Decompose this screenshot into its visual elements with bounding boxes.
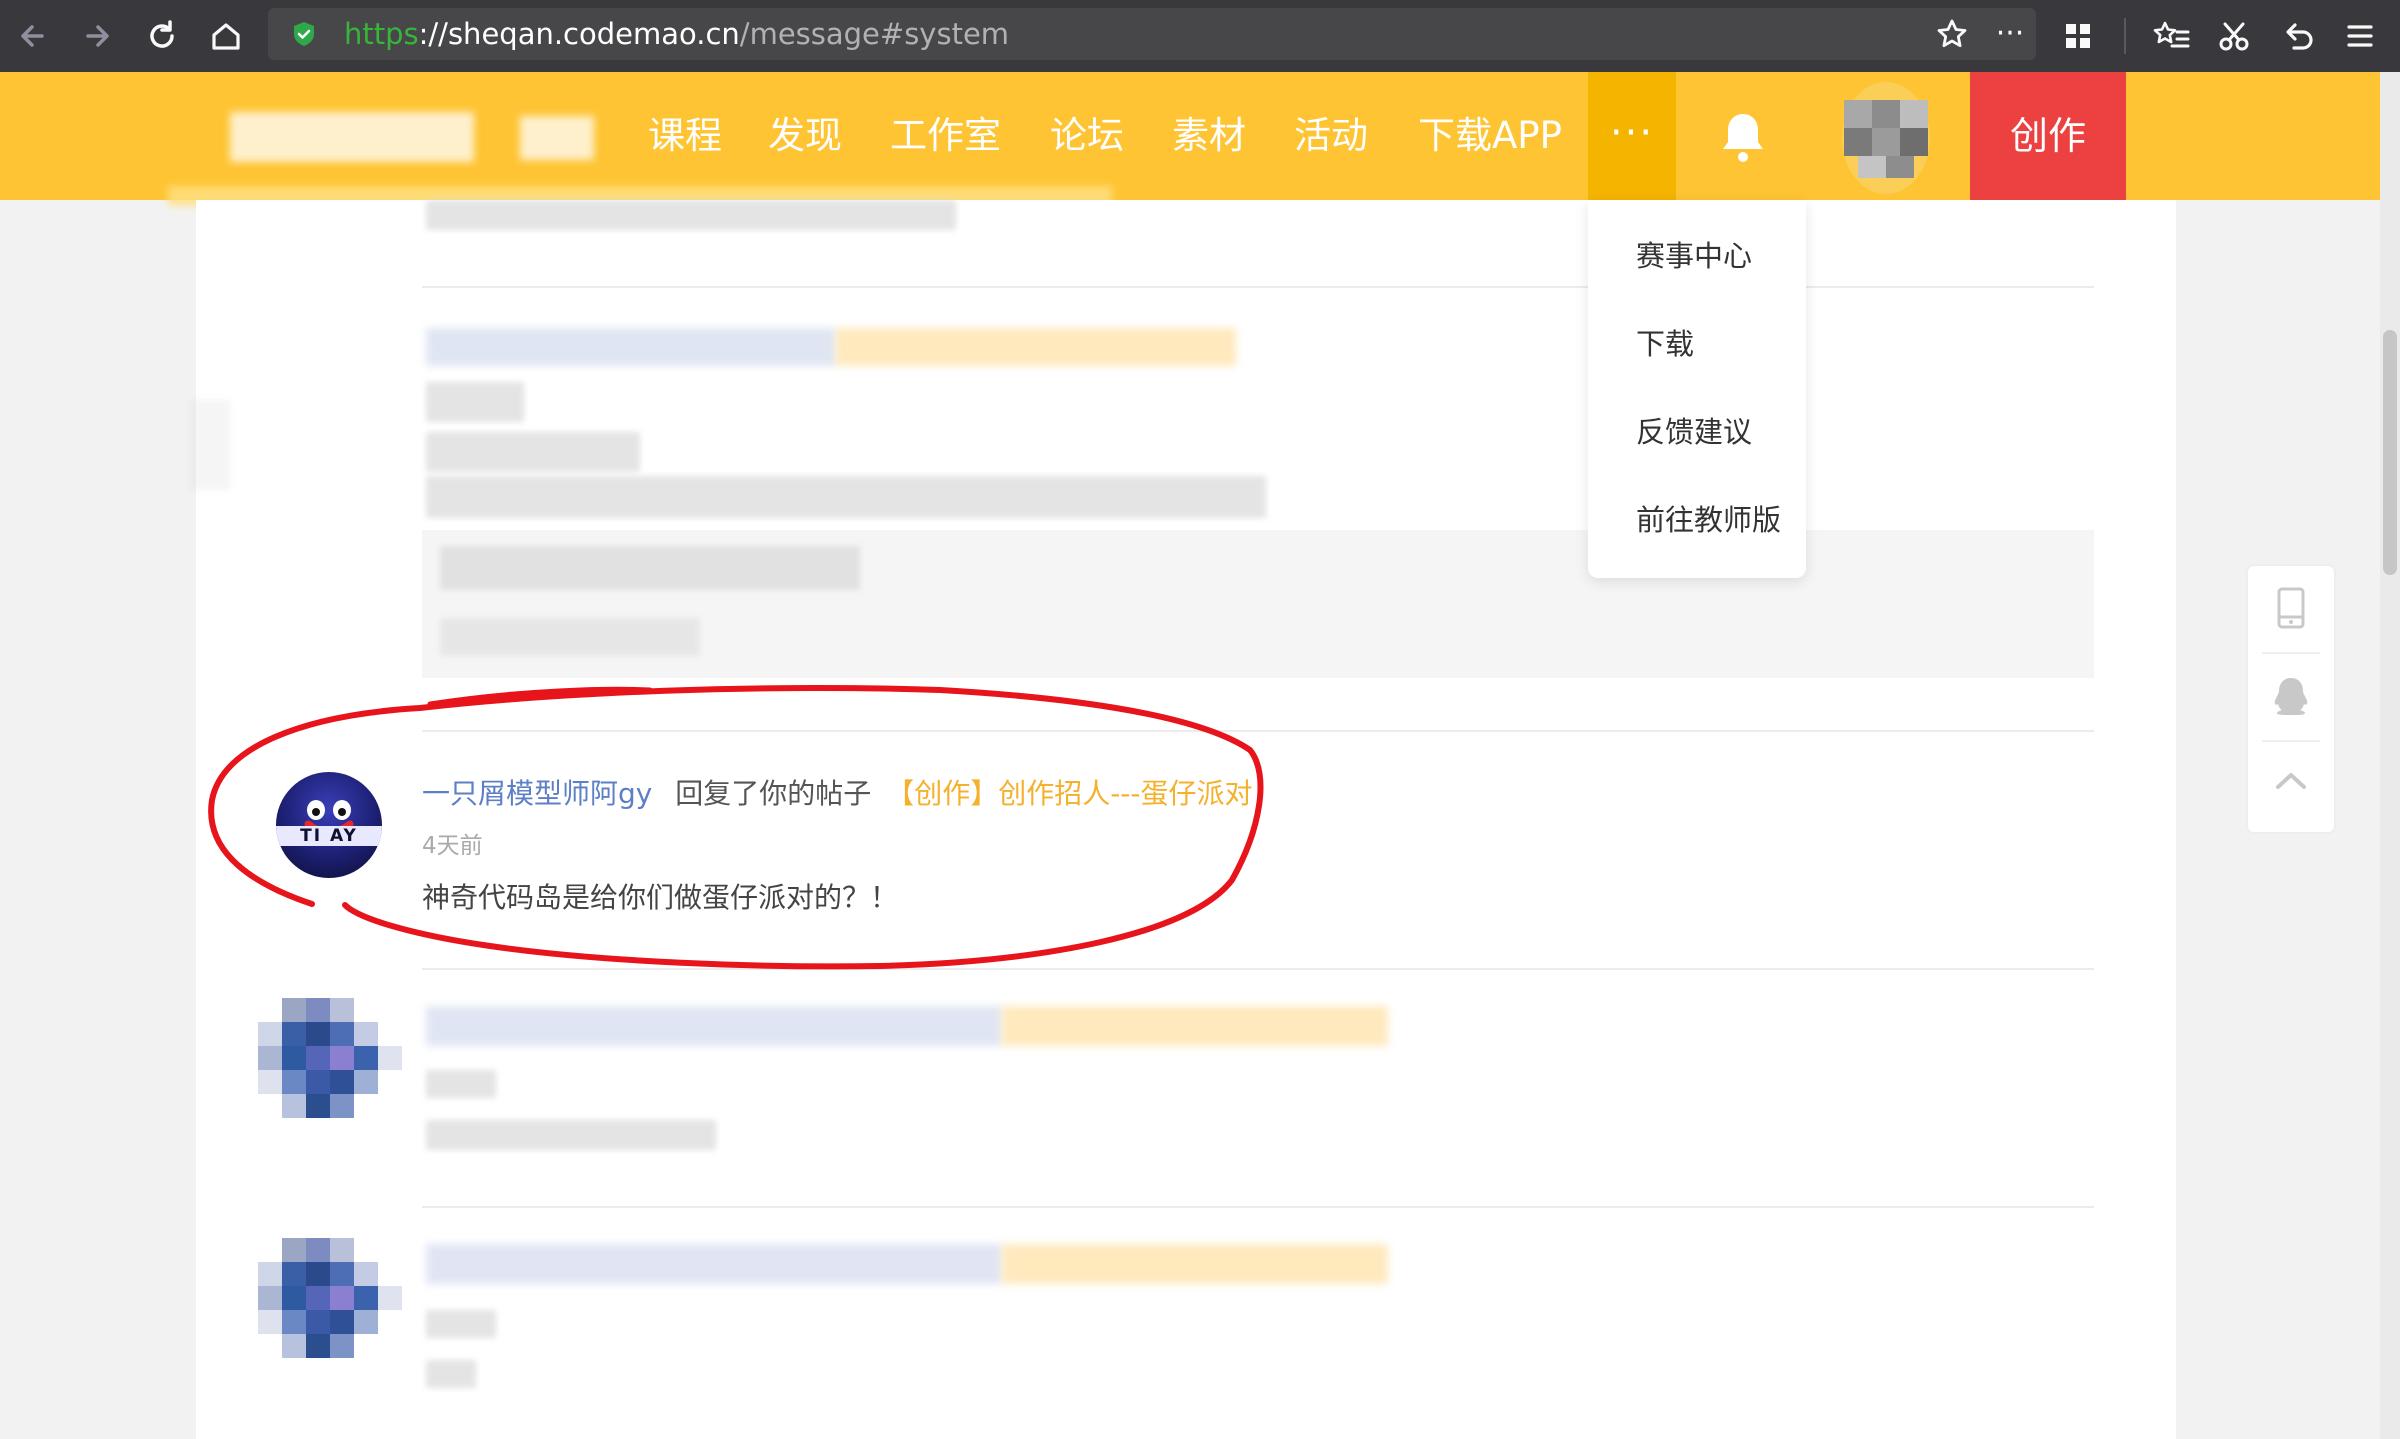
redacted-avatar[interactable] bbox=[258, 1238, 402, 1358]
create-button[interactable]: 创作 bbox=[1970, 72, 2126, 200]
star-list-icon bbox=[2153, 21, 2190, 48]
undo-arrow-icon bbox=[2286, 23, 2313, 50]
redacted-text bbox=[426, 1120, 716, 1150]
grid-icon bbox=[2066, 24, 2090, 48]
redacted-avatar[interactable] bbox=[258, 998, 402, 1118]
nav-activities[interactable]: 活动 bbox=[1294, 112, 1368, 160]
dropdown-item-events[interactable]: 赛事中心 bbox=[1636, 236, 1752, 276]
back-icon[interactable] bbox=[12, 14, 56, 58]
more-menu-button[interactable]: ··· bbox=[1588, 72, 1676, 200]
back-arrow-icon bbox=[21, 25, 44, 47]
undo-icon[interactable] bbox=[2276, 14, 2320, 58]
screenshot-icon[interactable] bbox=[2212, 14, 2256, 58]
redacted-text bbox=[426, 382, 524, 422]
message-content: 神奇代码岛是给你们做蛋仔派对的？！ bbox=[422, 881, 899, 914]
qq-penguin-icon bbox=[2274, 678, 2308, 715]
redacted-link bbox=[1002, 1244, 1388, 1284]
phone-icon bbox=[2277, 587, 2305, 629]
url-text: https://sheqan.codemao.cn/message#system bbox=[344, 16, 1009, 52]
message-post-link[interactable]: 【创作】创作招人---蛋仔派对 bbox=[886, 777, 1252, 810]
redacted-link bbox=[1002, 1006, 1388, 1046]
redacted-side-mark bbox=[190, 400, 230, 490]
nav-download-app[interactable]: 下载APP bbox=[1418, 112, 1562, 160]
extensions-icon[interactable] bbox=[2056, 14, 2100, 58]
hamburger-menu-icon[interactable] bbox=[2338, 14, 2382, 58]
redacted-time bbox=[426, 1070, 496, 1098]
nav-forum[interactable]: 论坛 bbox=[1050, 112, 1124, 160]
url-host: ://sheqan.codemao.cn bbox=[418, 17, 740, 51]
message-header-line: 一只屑模型师阿gy 回复了你的帖子 【创作】创作招人---蛋仔派对 bbox=[422, 774, 1253, 814]
avatar-caption: TI AY bbox=[276, 826, 382, 846]
reload-icon[interactable] bbox=[140, 14, 184, 58]
redacted-text bbox=[426, 1006, 1002, 1046]
notification-bell-icon[interactable] bbox=[1716, 108, 1770, 166]
redacted-text bbox=[426, 1244, 1002, 1284]
dropdown-item-download[interactable]: 下载 bbox=[1636, 324, 1694, 364]
site-header: 课程 发现 工作室 论坛 素材 活动 下载APP ··· 创作 bbox=[0, 72, 2380, 200]
message-user-link[interactable]: 一只屑模型师阿gy bbox=[422, 777, 652, 810]
browser-toolbar: https://sheqan.codemao.cn/message#system… bbox=[0, 0, 2400, 72]
redacted-text bbox=[426, 1360, 476, 1388]
scissors-icon bbox=[2219, 22, 2249, 51]
reload-arrow-icon bbox=[150, 20, 174, 48]
nav-materials[interactable]: 素材 bbox=[1172, 112, 1246, 160]
list-divider bbox=[422, 286, 2094, 288]
redacted-text bbox=[426, 200, 956, 230]
list-divider bbox=[422, 968, 2094, 970]
floating-side-toolbar bbox=[2246, 564, 2336, 834]
page-actions-icon[interactable]: ··· bbox=[1988, 12, 2032, 56]
page-scrollbar-thumb[interactable] bbox=[2383, 330, 2397, 575]
qq-contact-button[interactable] bbox=[2248, 654, 2334, 740]
url-bar[interactable]: https://sheqan.codemao.cn/message#system… bbox=[268, 8, 2036, 60]
dropdown-item-feedback[interactable]: 反馈建议 bbox=[1636, 412, 1752, 452]
nav-discover[interactable]: 发现 bbox=[768, 112, 842, 160]
house-icon bbox=[212, 23, 240, 50]
back-to-top-button[interactable] bbox=[2248, 742, 2334, 828]
url-path: /message#system bbox=[739, 17, 1010, 51]
message-timestamp: 4天前 bbox=[422, 833, 483, 859]
redacted-text bbox=[440, 546, 860, 590]
forward-arrow-icon bbox=[86, 25, 109, 47]
dropdown-item-teacher[interactable]: 前往教师版 bbox=[1636, 500, 1781, 540]
redacted-text bbox=[426, 432, 640, 472]
redacted-time bbox=[426, 1310, 496, 1338]
shield-icon bbox=[294, 22, 314, 46]
url-scheme: https bbox=[344, 17, 419, 51]
site-logo-redacted[interactable] bbox=[230, 112, 474, 162]
nav-studio[interactable]: 工作室 bbox=[890, 112, 1001, 160]
monster-face-icon bbox=[304, 800, 354, 836]
message-user-avatar[interactable]: TI AY bbox=[276, 772, 382, 878]
redacted-nav-item[interactable] bbox=[520, 116, 594, 160]
bookmark-star-icon[interactable] bbox=[1930, 12, 1974, 56]
redacted-text bbox=[426, 328, 836, 366]
forward-icon[interactable] bbox=[74, 14, 118, 58]
redacted-text bbox=[426, 476, 1266, 518]
nav-courses[interactable]: 课程 bbox=[648, 112, 722, 160]
mobile-app-button[interactable] bbox=[2248, 566, 2334, 652]
star-outline-icon bbox=[1937, 19, 1967, 48]
home-icon[interactable] bbox=[204, 14, 248, 58]
list-divider bbox=[422, 730, 2094, 732]
bookmarks-list-icon[interactable] bbox=[2150, 14, 2194, 58]
message-action-text: 回复了你的帖子 bbox=[675, 777, 872, 810]
user-avatar[interactable] bbox=[1842, 76, 1930, 196]
redacted-link bbox=[836, 328, 1236, 366]
list-divider bbox=[422, 1206, 2094, 1208]
more-dropdown-menu: 赛事中心 下载 反馈建议 前往教师版 bbox=[1588, 200, 1806, 578]
redacted-text bbox=[440, 618, 700, 656]
page-scrollbar-track[interactable] bbox=[2380, 72, 2400, 1439]
menu-lines-icon bbox=[2347, 25, 2373, 47]
toolbar-separator bbox=[2124, 18, 2126, 54]
chevron-up-icon bbox=[2276, 773, 2306, 789]
